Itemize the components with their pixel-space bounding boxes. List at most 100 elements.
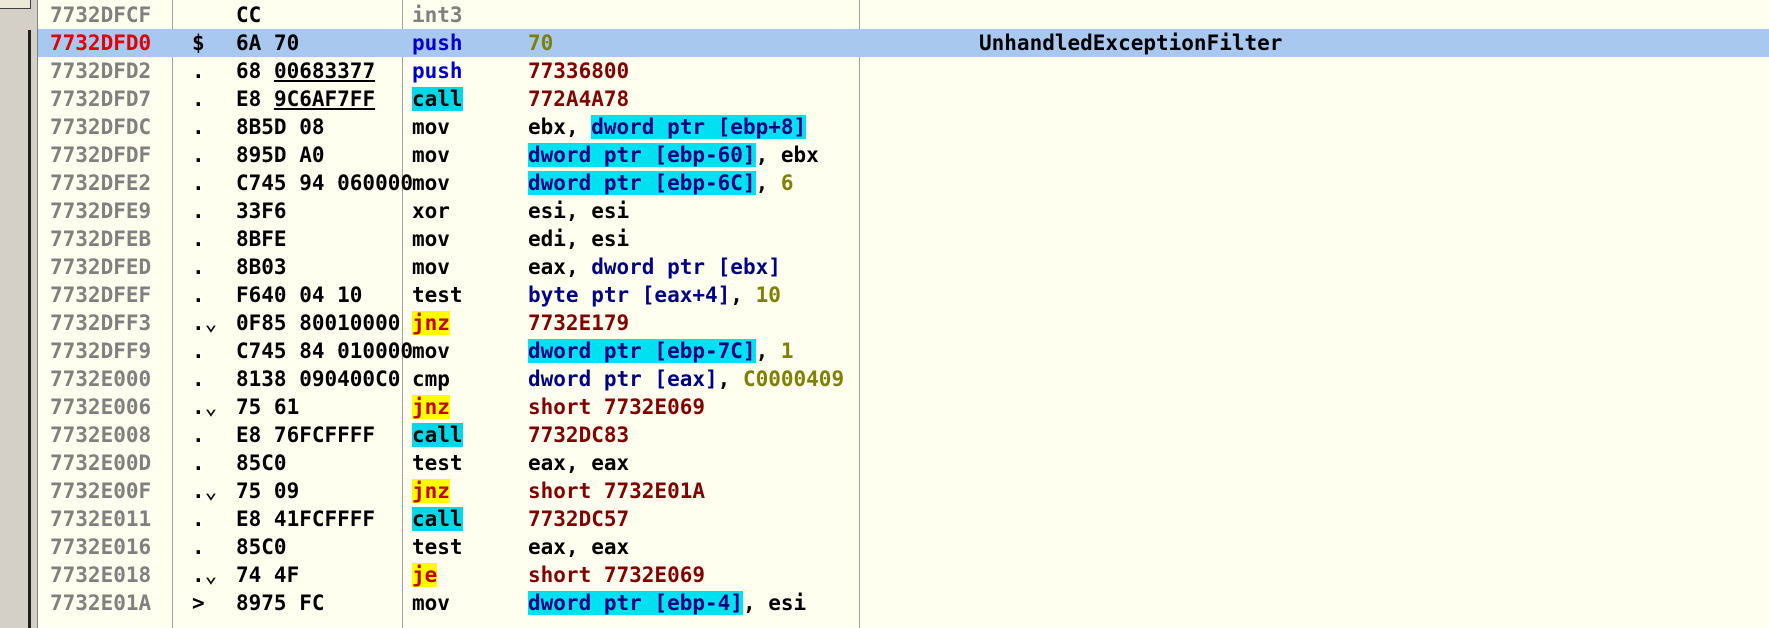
operand: 772A4A78 — [528, 87, 630, 111]
address-cell[interactable]: 7732E00D — [50, 449, 168, 477]
jump-marker: . — [192, 87, 205, 111]
address-cell[interactable]: 7732DFF9 — [50, 337, 168, 365]
operands-cell: byte ptr [eax+4], 10 — [528, 281, 998, 309]
operands-cell: 7732DC57 — [528, 505, 998, 533]
gutter-corner — [0, 0, 31, 9]
jump-marker: . — [192, 115, 205, 139]
address-cell[interactable]: 7732E01A — [50, 589, 168, 617]
mnemonic-cell: jnz — [412, 477, 502, 505]
jump-marker: . — [192, 143, 205, 167]
instruction-row[interactable]: 7732E01A >8975 FC mov dword ptr [ebp-4], es… — [38, 589, 1769, 617]
address-cell[interactable]: 7732E011 — [50, 505, 168, 533]
operand: , — [717, 367, 743, 391]
operands-cell: short 7732E069 — [528, 561, 998, 589]
operand: ebx — [528, 115, 566, 139]
address-cell[interactable]: 7732DFD7 — [50, 85, 168, 113]
instruction-row[interactable]: 7732E016. 85C0 test eax, eax — [38, 533, 1769, 561]
operand: dword ptr [ebp-6C] — [528, 171, 756, 195]
mnemonic: mov — [412, 143, 450, 167]
operand: , — [755, 143, 781, 167]
instruction-row[interactable]: 7732E011. E8 41FCFFFF call 7732DC57 — [38, 505, 1769, 533]
address-cell[interactable]: 7732DFE2 — [50, 169, 168, 197]
mnemonic: mov — [412, 227, 450, 251]
mnemonic-cell: test — [412, 281, 502, 309]
mnemonic-cell: call — [412, 421, 502, 449]
address-cell[interactable]: 7732E016 — [50, 533, 168, 561]
left-gutter — [0, 0, 38, 628]
mnemonic-cell: je — [412, 561, 502, 589]
mnemonic: jnz — [412, 311, 450, 335]
mnemonic-cell: call — [412, 505, 502, 533]
address-cell[interactable]: 7732E00F — [50, 477, 168, 505]
mnemonic: je — [412, 563, 438, 587]
mnemonic: call — [412, 423, 463, 447]
address-cell[interactable]: 7732DFF3 — [50, 309, 168, 337]
address-cell[interactable]: 7732E000 — [50, 365, 168, 393]
jump-marker: .⌄ — [192, 311, 218, 335]
instruction-row[interactable]: 7732E000. 8138 090400C0 cmp dword ptr [eax]… — [38, 365, 1769, 393]
instruction-row[interactable]: 7732DFD7. E8 9C6AF7FF call 772A4A78 — [38, 85, 1769, 113]
operands-cell: eax, eax — [528, 449, 998, 477]
address-cell[interactable]: 7732DFEF — [50, 281, 168, 309]
operand: 70 — [528, 31, 554, 55]
address-cell[interactable]: 7732DFED — [50, 253, 168, 281]
mnemonic: test — [412, 535, 463, 559]
operands-cell: esi, esi — [528, 197, 998, 225]
operand: eax, eax — [528, 535, 630, 559]
operand: 6 — [780, 171, 794, 195]
jump-marker: . — [192, 227, 205, 251]
operand: short 7732E069 — [528, 563, 706, 587]
operands-cell: 70 — [528, 29, 998, 57]
mnemonic: mov — [412, 171, 450, 195]
instruction-row[interactable]: 7732DFF9. C745 84 010000 mov dword ptr [ebp… — [38, 337, 1769, 365]
instruction-row[interactable]: 7732DFEB. 8BFE mov edi, esi — [38, 225, 1769, 253]
instruction-row[interactable]: 7732DFE2. C745 94 060000 mov dword ptr [ebp… — [38, 169, 1769, 197]
instruction-row[interactable]: 7732DFF3 .⌄ 0F85 80010000 jnz 7732E179 — [38, 309, 1769, 337]
operands-cell: 77336800 — [528, 57, 998, 85]
address-cell[interactable]: 7732DFE9 — [50, 197, 168, 225]
mnemonic-cell: push — [412, 29, 502, 57]
address-cell[interactable]: 7732E008 — [50, 421, 168, 449]
address-cell[interactable]: 7732DFDF — [50, 141, 168, 169]
address-cell[interactable]: 7732E006 — [50, 393, 168, 421]
operand: dword ptr [ebp-60] — [528, 143, 756, 167]
instruction-row[interactable]: 7732DFED. 8B03 mov eax, dword ptr [ebx] — [38, 253, 1769, 281]
instruction-row[interactable]: 7732DFD0 $6A 70 push 70 UnhandledExceptionFi… — [38, 29, 1769, 57]
operand: 10 — [755, 283, 781, 307]
mnemonic-cell: mov — [412, 589, 502, 617]
address-cell[interactable]: 7732DFD2 — [50, 57, 168, 85]
jump-marker: $ — [192, 31, 205, 55]
instruction-row[interactable]: 7732E00F .⌄ 75 09 jnz short 7732E01A — [38, 477, 1769, 505]
operand: , — [730, 283, 756, 307]
mnemonic-cell: xor — [412, 197, 502, 225]
instruction-row[interactable]: 7732E00D. 85C0 test eax, eax — [38, 449, 1769, 477]
mnemonic: int3 — [412, 3, 463, 27]
address-cell[interactable]: 7732DFD0 — [50, 29, 168, 57]
address-cell[interactable]: 7732DFDC — [50, 113, 168, 141]
instruction-row[interactable]: 7732DFEF. F640 04 10 test byte ptr [eax+4],… — [38, 281, 1769, 309]
mnemonic-cell: mov — [412, 113, 502, 141]
operand: byte ptr [eax+4] — [528, 283, 731, 307]
address-cell[interactable]: 7732E018 — [50, 561, 168, 589]
operand: eax, eax — [528, 451, 630, 475]
instruction-row[interactable]: 7732E006 .⌄ 75 61 jnz short 7732E069 — [38, 393, 1769, 421]
operand: , — [755, 171, 781, 195]
operands-cell: ebx, dword ptr [ebp+8] — [528, 113, 998, 141]
instruction-row[interactable]: 7732DFDC. 8B5D 08 mov ebx, dword ptr [ebp+8… — [38, 113, 1769, 141]
operand: edi, esi — [528, 227, 630, 251]
mnemonic: cmp — [412, 367, 450, 391]
mnemonic: call — [412, 507, 463, 531]
operand: 7732DC57 — [528, 507, 630, 531]
jump-marker: > — [192, 591, 205, 615]
instruction-row[interactable]: 7732E008. E8 76FCFFFF call 7732DC83 — [38, 421, 1769, 449]
instruction-row[interactable]: 7732DFCF CC int3 — [38, 1, 1769, 29]
instruction-row[interactable]: 7732DFD2. 68 00683377 push 77336800 — [38, 57, 1769, 85]
mnemonic-cell: int3 — [412, 1, 502, 29]
address-cell[interactable]: 7732DFEB — [50, 225, 168, 253]
address-cell[interactable]: 7732DFCF — [50, 1, 168, 29]
disassembly-pane[interactable]: 7732DFCF CC int3 7732DFD0 $6A 70 push 70 Unhand… — [38, 0, 1769, 628]
operand: , — [565, 255, 592, 279]
instruction-row[interactable]: 7732DFE9. 33F6 xor esi, esi — [38, 197, 1769, 225]
instruction-row[interactable]: 7732E018 .⌄ 74 4F je short 7732E069 — [38, 561, 1769, 589]
instruction-row[interactable]: 7732DFDF. 895D A0 mov dword ptr [ebp-60], e… — [38, 141, 1769, 169]
